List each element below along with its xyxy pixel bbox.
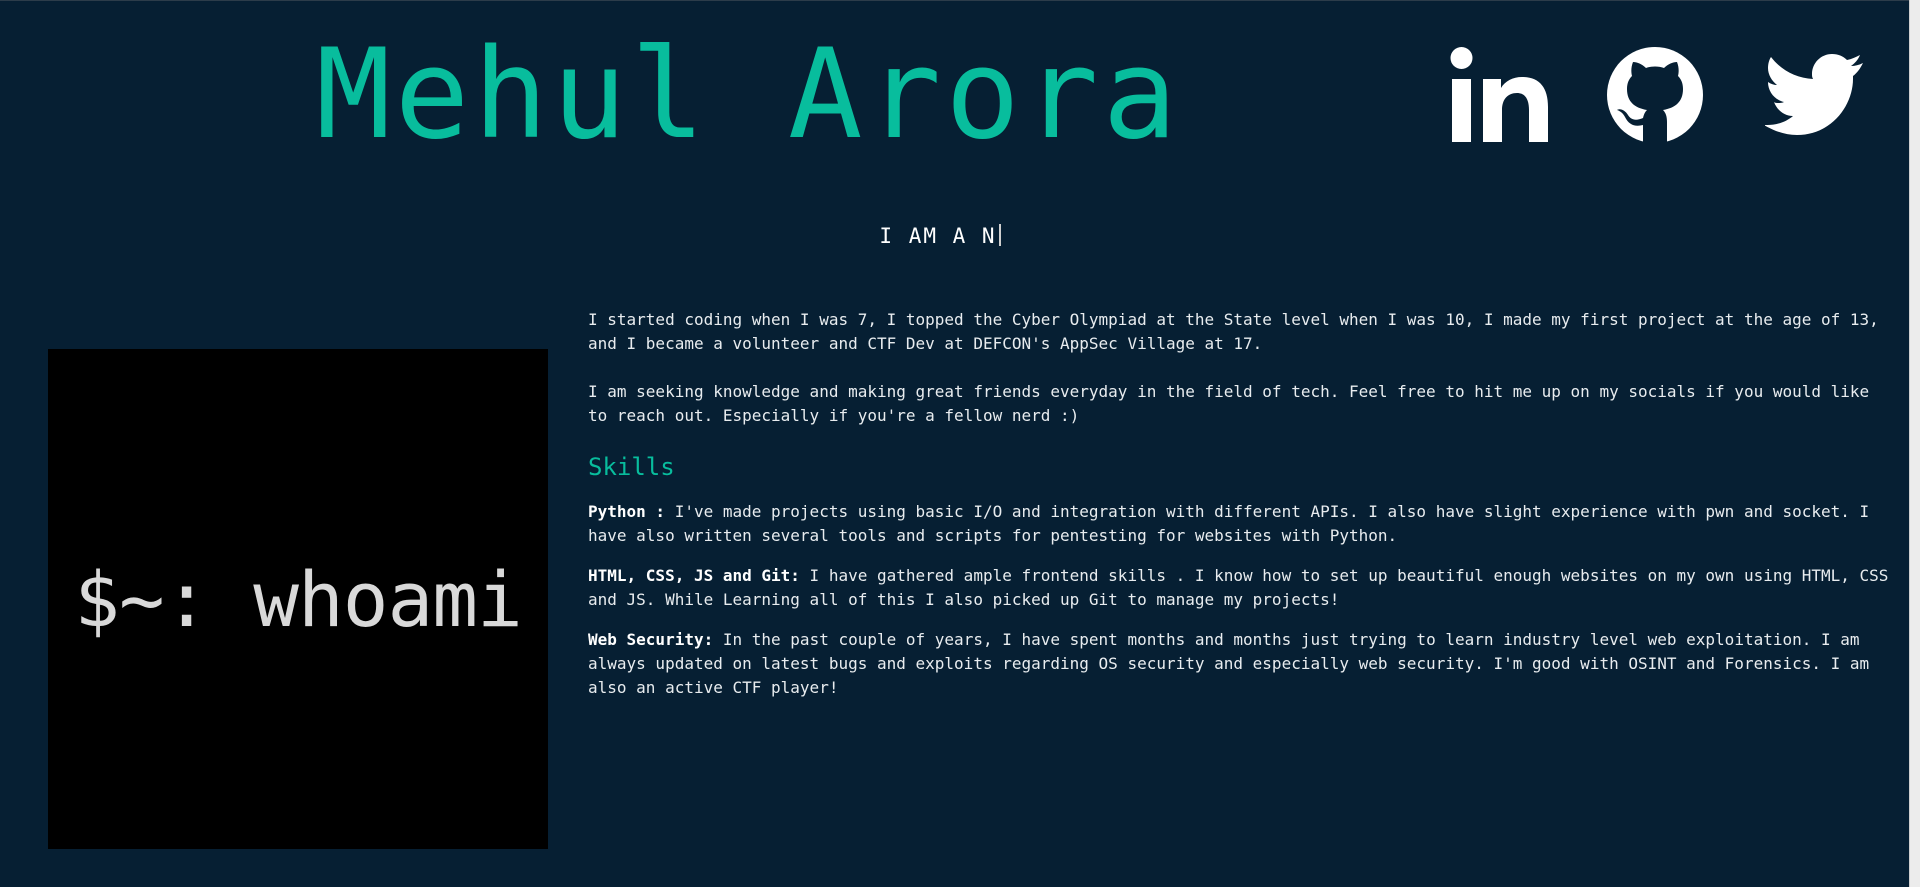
about-paragraph-2: I am seeking knowledge and making great … bbox=[588, 382, 1870, 425]
avatar-text: $~: whoami bbox=[74, 554, 523, 644]
skill-name: Python : bbox=[588, 502, 666, 521]
skill-name: Web Security: bbox=[588, 630, 714, 649]
about-paragraph-1: I started coding when I was 7, I topped … bbox=[588, 310, 1879, 353]
linkedin-link[interactable] bbox=[1450, 45, 1550, 145]
skill-item-python: Python : I've made projects using basic … bbox=[588, 500, 1898, 548]
github-link[interactable] bbox=[1605, 45, 1705, 145]
portfolio-page: Mehul Arora I AM A N $~: whoami I starte… bbox=[0, 0, 1920, 887]
skill-item-web-security: Web Security: In the past couple of year… bbox=[588, 628, 1898, 700]
site-title: Mehul Arora bbox=[316, 23, 1182, 167]
github-icon bbox=[1607, 47, 1703, 143]
typing-text: I AM A N bbox=[879, 224, 997, 248]
skill-description: I've made projects using basic I/O and i… bbox=[588, 502, 1870, 545]
twitter-icon bbox=[1765, 54, 1863, 135]
text-cursor bbox=[998, 224, 1001, 246]
skill-item-frontend: HTML, CSS, JS and Git: I have gathered a… bbox=[588, 564, 1898, 612]
linkedin-icon bbox=[1450, 47, 1548, 142]
skill-name: HTML, CSS, JS and Git: bbox=[588, 566, 800, 585]
social-links bbox=[1450, 45, 1870, 145]
skills-heading: Skills bbox=[588, 453, 675, 481]
skill-description: In the past couple of years, I have spen… bbox=[588, 630, 1870, 697]
twitter-link[interactable] bbox=[1765, 45, 1865, 145]
scrollbar-track[interactable] bbox=[1909, 0, 1920, 887]
top-border bbox=[0, 0, 1920, 1]
about-section: I started coding when I was 7, I topped … bbox=[588, 308, 1898, 716]
typing-tagline: I AM A N bbox=[0, 224, 1920, 248]
avatar-image: $~: whoami bbox=[48, 349, 548, 849]
